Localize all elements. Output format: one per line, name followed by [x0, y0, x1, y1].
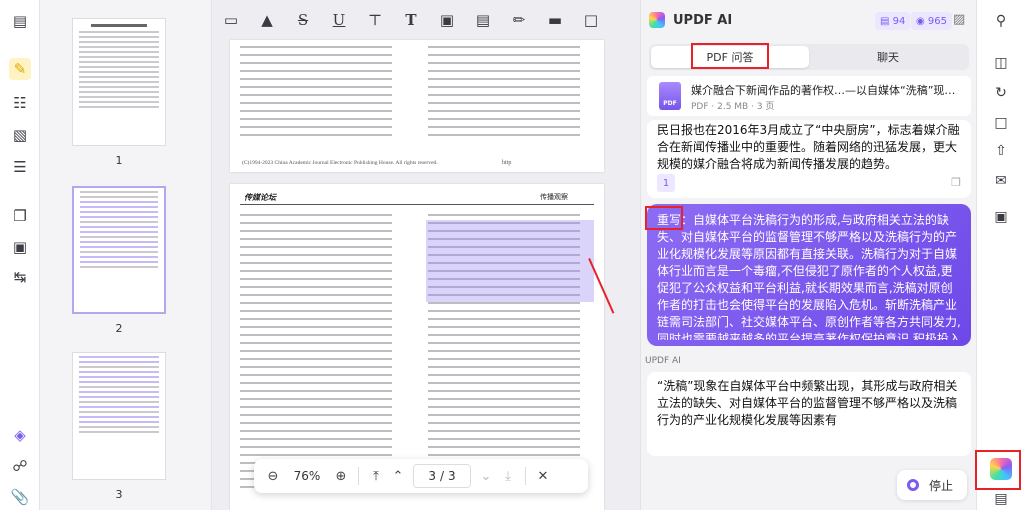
- annotation-box-rewrite: [645, 206, 683, 230]
- crop-icon[interactable]: ▣: [9, 236, 31, 258]
- user-message-text: 重写：自媒体平台洗稿行为的形成,与政府相关立法的缺失、对自媒体平台的监督管理不够…: [657, 212, 961, 340]
- bookmark-icon[interactable]: ☍: [9, 455, 31, 477]
- ocr-icon[interactable]: ◫: [990, 52, 1012, 74]
- text-selection-highlight[interactable]: [426, 220, 594, 302]
- ai-message-1: 民日报也在2016年3月成立了“中央厨房”，标志着媒介融合在新闻传播业中的重要性…: [647, 120, 971, 198]
- form-icon[interactable]: ▧: [9, 124, 31, 146]
- stop-button[interactable]: 停止: [897, 470, 967, 500]
- page-footer: (C)1994-2023 China Academic Journal Elec…: [242, 160, 438, 166]
- shape-icon[interactable]: □: [578, 7, 604, 33]
- chip-icon: ▤: [880, 15, 893, 27]
- squiggly-icon[interactable]: ⊤: [362, 7, 388, 33]
- credits-chip-b: ◉ 965: [911, 12, 952, 30]
- total-pages: 3: [448, 469, 456, 483]
- eraser-icon[interactable]: ▬: [542, 7, 568, 33]
- reader-icon[interactable]: ▤: [9, 10, 31, 32]
- right-tool-rail: ⚲ ◫ ↻ □ ⇧ ✉ ▣ ▤: [975, 0, 1024, 510]
- lock-icon[interactable]: ▨: [953, 12, 965, 27]
- highlight-icon[interactable]: ▲: [254, 7, 280, 33]
- thumbnail-page-2[interactable]: [72, 186, 166, 314]
- ai-panel: UPDF AI ▤ 94 ◉ 965 ▨ PDF 问答 聊天 PDF 媒介融合下…: [640, 0, 976, 510]
- last-page-icon[interactable]: ⤓: [497, 465, 519, 487]
- thumbnail-page-1[interactable]: [72, 18, 166, 146]
- ai-answer-text: “洗稿”现象在自媒体平台中频繁出现，其形成与政府相关立法的缺失、对自媒体平台的监…: [657, 379, 958, 427]
- pdf-page-1: (C)1994-2023 China Academic Journal Elec…: [230, 40, 604, 172]
- layers-icon[interactable]: ◈: [9, 424, 31, 446]
- close-icon[interactable]: ✕: [532, 465, 554, 487]
- annotation-box-tab: [691, 43, 769, 69]
- search-icon[interactable]: ⚲: [990, 10, 1012, 32]
- prev-page-icon[interactable]: ⌃: [387, 465, 409, 487]
- protect-icon[interactable]: □: [990, 112, 1012, 134]
- stop-icon: [907, 479, 919, 491]
- text-icon[interactable]: T: [398, 7, 424, 33]
- ai-title: UPDF AI: [673, 12, 733, 28]
- thumbnail-page-3[interactable]: [72, 352, 166, 480]
- page-header-right: 传播观察: [540, 193, 568, 201]
- share-icon[interactable]: ⇧: [990, 140, 1012, 162]
- next-page-icon[interactable]: ⌄: [475, 465, 497, 487]
- text-callout-icon[interactable]: ▤: [470, 7, 496, 33]
- file-info-card[interactable]: PDF 媒介融合下新闻作品的著作权…—以自媒体“洗稿”现象为例… PDF · 2…: [647, 76, 971, 116]
- zoom-in-icon[interactable]: ⊕: [330, 465, 352, 487]
- pdf-file-icon: PDF: [659, 82, 681, 110]
- zoom-level[interactable]: 76%: [284, 469, 330, 483]
- thumbnail-label-1: 1: [115, 154, 123, 167]
- pages-icon[interactable]: ❐: [9, 205, 31, 227]
- comment-icon[interactable]: ▭: [218, 7, 244, 33]
- page-footer-tag: http: [502, 160, 512, 166]
- strikethrough-icon[interactable]: S: [290, 7, 316, 33]
- left-tool-rail: ▤ ✎ ☷ ▧ ☰ ❐ ▣ ↹ ◈ ☍ 📎: [0, 0, 40, 510]
- user-message: 重写：自媒体平台洗稿行为的形成,与政府相关立法的缺失、对自媒体平台的监督管理不够…: [647, 204, 971, 346]
- tab-chat[interactable]: 聊天: [809, 46, 967, 68]
- comment-highlighter-icon[interactable]: ✎: [9, 58, 31, 80]
- annotation-toolbar: ▭ ▲ S U ⊤ T ▣ ▤ ✏ ▬ □: [212, 0, 640, 40]
- attachment-icon[interactable]: 📎: [9, 486, 31, 508]
- thumbnail-panel: 1 2 3: [40, 0, 212, 510]
- email-icon[interactable]: ✉: [990, 170, 1012, 192]
- convert-pdf-icon[interactable]: ↻: [990, 82, 1012, 104]
- comments-list-icon[interactable]: ▤: [990, 488, 1012, 510]
- annotation-box-ai-icon: [975, 450, 1021, 490]
- credits-a-value: 94: [892, 15, 906, 27]
- page-header-left: 传媒论坛: [244, 192, 276, 202]
- page-separator: /: [439, 469, 445, 483]
- thumbnail-label-3: 3: [115, 488, 123, 501]
- updf-ai-logo-icon: [649, 12, 665, 28]
- zoom-page-bar: ⊖ 76% ⊕ ⤒ ⌃ 3 / 3 ⌄ ⤓ ✕: [254, 459, 588, 493]
- stop-label: 停止: [929, 478, 954, 493]
- page-indicator[interactable]: 3 / 3: [413, 464, 471, 488]
- file-name: 媒介融合下新闻作品的著作权…—以自媒体“洗稿”现象为例…: [691, 84, 965, 97]
- credits-chip-a: ▤ 94: [875, 12, 911, 30]
- document-area: ▭ ▲ S U ⊤ T ▣ ▤ ✏ ▬ □ (C)1994-2023 China…: [212, 0, 640, 510]
- file-meta: PDF · 2.5 MB · 3 页: [691, 102, 775, 112]
- convert-icon[interactable]: ↹: [9, 266, 31, 288]
- save-icon[interactable]: ▣: [990, 206, 1012, 228]
- copy-icon[interactable]: ❐: [951, 176, 961, 189]
- source-badge[interactable]: 1: [657, 174, 675, 192]
- underline-icon[interactable]: U: [326, 7, 352, 33]
- current-page: 3: [428, 469, 436, 483]
- textbox-icon[interactable]: ▣: [434, 7, 460, 33]
- ai-response-label: UPDF AI: [645, 356, 681, 366]
- first-page-icon[interactable]: ⤒: [365, 465, 387, 487]
- chip-icon: ◉: [916, 15, 928, 27]
- zoom-out-icon[interactable]: ⊖: [262, 465, 284, 487]
- ai-message-1-text: 民日报也在2016年3月成立了“中央厨房”，标志着媒介融合在新闻传播业中的重要性…: [657, 123, 960, 171]
- user-body: 自媒体平台洗稿行为的形成,与政府相关立法的缺失、对自媒体平台的监督管理不够严格以…: [657, 213, 961, 340]
- credits-b-value: 965: [927, 15, 947, 27]
- page-organize-icon[interactable]: ☰: [9, 156, 31, 178]
- edit-text-icon[interactable]: ☷: [9, 92, 31, 114]
- ai-answer-card: “洗稿”现象在自媒体平台中频繁出现，其形成与政府相关立法的缺失、对自媒体平台的监…: [647, 372, 971, 456]
- thumbnail-label-2: 2: [115, 322, 123, 335]
- pencil-icon[interactable]: ✏: [506, 7, 532, 33]
